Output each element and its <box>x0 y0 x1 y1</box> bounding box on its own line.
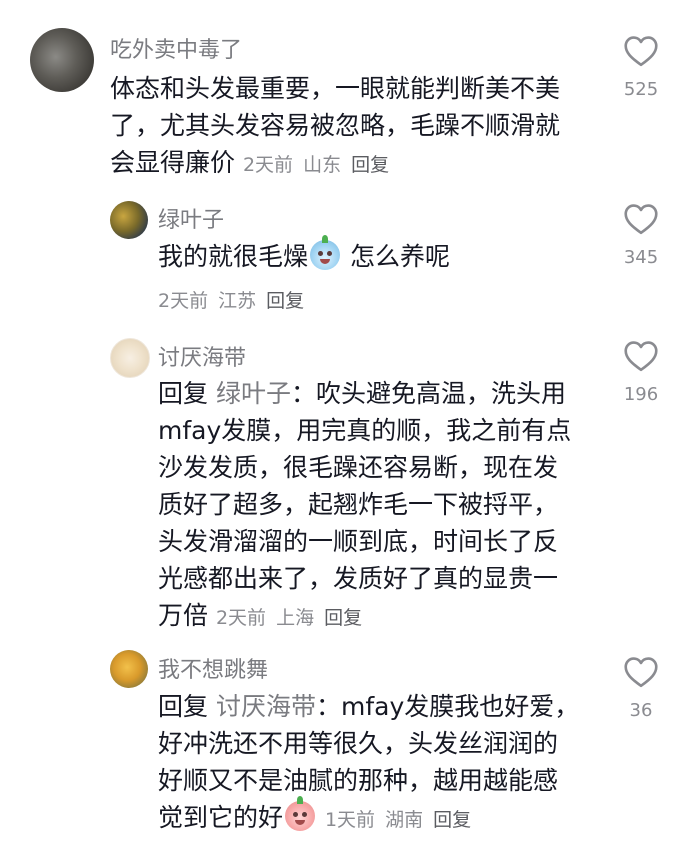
like-button[interactable]: 525 <box>601 35 681 100</box>
avatar[interactable] <box>110 201 148 239</box>
like-button[interactable]: 196 <box>601 340 681 405</box>
comment-line: 万倍 <box>158 601 209 630</box>
reply-button[interactable]: 回复 <box>324 607 362 629</box>
comment-line-last: 觉到它的好 1天前 湖南 回复 <box>158 796 579 839</box>
comment-meta: 2天前 江苏 回复 <box>158 286 304 313</box>
like-button[interactable]: 345 <box>601 203 681 268</box>
reply-button[interactable]: 回复 <box>433 809 471 831</box>
comment-line: 沙发发质，很毛躁还容易断，现在发 <box>158 453 559 482</box>
heart-outline-icon <box>624 341 658 372</box>
username[interactable]: 我不想跳舞 <box>158 652 268 684</box>
username[interactable]: 吃外卖中毒了 <box>110 32 242 64</box>
comment-line: 体态和头发最重要，一眼就能判断美不美 <box>110 74 561 103</box>
avatar[interactable] <box>110 650 148 688</box>
comment-text[interactable]: 回复 绿叶子：吹头避免高温，洗头用 mfay发膜，用完真的顺，我之前有点 沙发发… <box>158 375 571 637</box>
timestamp: 2天前 <box>215 607 267 629</box>
reply-button[interactable]: 回复 <box>266 290 304 312</box>
reply-prefix: 回复 <box>158 379 209 408</box>
avatar[interactable] <box>30 28 94 92</box>
pleading-face-emoji-icon <box>285 796 316 831</box>
comment-line-last: 万倍 2天前 上海 回复 <box>158 597 571 637</box>
crying-face-emoji-icon <box>310 235 341 270</box>
avatar[interactable] <box>110 338 150 378</box>
comment-line-part: ：mfay发膜我也好爱， <box>315 692 580 721</box>
comment-line: 好顺又不是油腻的那种，越用越能感 <box>158 766 559 795</box>
comment-text[interactable]: 体态和头发最重要，一眼就能判断美不美 了，尤其头发容易被忽略，毛躁不顺滑就 会显… <box>110 70 560 184</box>
comment-meta: 2天前 山东 回复 <box>243 154 389 176</box>
comment-line-last: 会显得廉价 2天前 山东 回复 <box>110 144 560 184</box>
comment-line: 头发滑溜溜的一顺到底，时间长了反 <box>158 527 559 556</box>
heart-outline-icon <box>624 657 658 688</box>
comment-text[interactable]: 回复 讨厌海带：mfay发膜我也好爱， 好冲洗还不用等很久，头发丝润润的 好顺又… <box>158 688 579 839</box>
reply-target-username[interactable]: 讨厌海带 <box>216 692 316 721</box>
comment-line: 回复 讨厌海带：mfay发膜我也好爱， <box>158 688 579 725</box>
heart-outline-icon <box>624 204 658 235</box>
comment-line: 回复 绿叶子：吹头避免高温，洗头用 <box>158 375 571 412</box>
comment-text[interactable]: 我的就很毛燥 怎么养呢 <box>158 235 450 275</box>
comment-line: 光感都出来了，发质好了真的显贵一 <box>158 564 559 593</box>
comment-line: 质好了超多，起翘炸毛一下被捋平， <box>158 490 559 519</box>
location: 上海 <box>276 607 315 629</box>
comment-line-part: ：吹头避免高温，洗头用 <box>290 379 566 408</box>
comment-line-part: 怎么养呢 <box>349 242 450 271</box>
comment-line-part: 我的就很毛燥 <box>158 242 309 271</box>
timestamp: 2天前 <box>242 154 294 176</box>
username[interactable]: 讨厌海带 <box>158 340 246 372</box>
reply-button[interactable]: 回复 <box>351 154 389 176</box>
comment-line: 会显得廉价 <box>110 148 236 177</box>
comment-line: 我的就很毛燥 怎么养呢 <box>158 235 450 275</box>
comment-line: 觉到它的好 <box>158 803 284 832</box>
like-count: 345 <box>623 247 659 268</box>
reply-target-username[interactable]: 绿叶子 <box>216 379 291 408</box>
heart-outline-icon <box>624 36 658 67</box>
comment-line: mfay发膜，用完真的顺，我之前有点 <box>158 416 572 445</box>
location: 江苏 <box>218 290 257 312</box>
location: 山东 <box>303 154 342 176</box>
like-button[interactable]: 36 <box>601 656 681 721</box>
username[interactable]: 绿叶子 <box>158 202 224 234</box>
comment-line: 了，尤其头发容易被忽略，毛躁不顺滑就 <box>110 111 561 140</box>
timestamp: 2天前 <box>158 290 209 312</box>
like-count: 525 <box>623 79 659 100</box>
comment-line: 好冲洗还不用等很久，头发丝润润的 <box>158 729 559 758</box>
reply-prefix: 回复 <box>158 692 209 721</box>
like-count: 36 <box>629 700 653 721</box>
location: 湖南 <box>385 809 424 831</box>
comment-meta: 1天前 湖南 回复 <box>325 809 471 831</box>
timestamp: 1天前 <box>324 809 376 831</box>
comment-meta: 2天前 上海 回复 <box>216 607 362 629</box>
like-count: 196 <box>623 384 659 405</box>
